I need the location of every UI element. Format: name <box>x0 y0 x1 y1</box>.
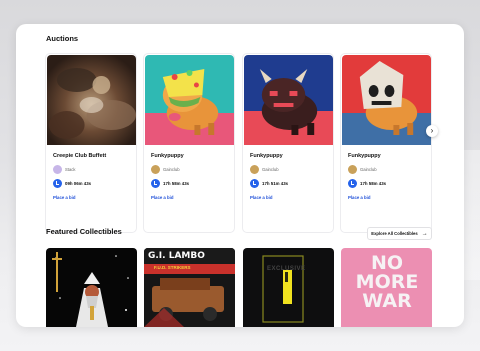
auction-title: Funkypuppy <box>250 153 283 159</box>
countdown-time: 17h 58m 43s <box>360 181 387 186</box>
clock-icon <box>250 179 259 188</box>
place-bid-link[interactable]: Place a bid <box>348 195 370 200</box>
countdown: 17h 58m 43s <box>348 179 386 188</box>
countdown: 17h 51m 43s <box>250 179 288 188</box>
creator-row[interactable]: Gainclub <box>348 165 377 174</box>
auction-title: Creepie Club Buffett <box>53 153 107 159</box>
collectible-tile[interactable]: NO MORE WAR <box>341 248 432 327</box>
countdown-time: 17h 58m 43s <box>163 181 190 186</box>
countdown-time: 17h 51m 43s <box>262 181 289 186</box>
carousel-next-button[interactable]: › <box>426 125 438 137</box>
auction-title: Funkypuppy <box>348 153 381 159</box>
chevron-right-icon: › <box>430 126 434 135</box>
collectible-tile[interactable] <box>46 248 137 327</box>
auction-card[interactable]: Funkypuppy Gainclub 17h 58m 43s Place a … <box>143 53 235 233</box>
countdown: 09h 06m 43s <box>53 179 91 188</box>
arrow-right-icon: → <box>421 230 428 237</box>
clock-icon <box>53 179 62 188</box>
countdown-time: 09h 06m 43s <box>65 181 92 186</box>
clock-icon <box>151 179 160 188</box>
collectible-tile[interactable]: G.I. LAMBO F.U.D. STRIKERS <box>144 248 235 327</box>
featured-title: Featured Collectibles <box>46 227 122 236</box>
auction-card[interactable]: Funkypuppy Gainclub 17h 58m 43s Place a … <box>340 53 432 233</box>
avatar <box>151 165 160 174</box>
main-panel: Auctions Creepie Club Buffett Stack 09h … <box>16 24 464 327</box>
creator-row[interactable]: Gainclub <box>151 165 180 174</box>
place-bid-link[interactable]: Place a bid <box>151 195 173 200</box>
collectible-artwork <box>243 248 334 327</box>
avatar <box>250 165 259 174</box>
creator-name: Gainclub <box>360 167 377 172</box>
collectible-art-title: EXCLUSIVE <box>267 266 306 272</box>
explore-all-button[interactable]: Explore All Collectibles → <box>367 227 432 240</box>
auction-artwork[interactable] <box>145 55 234 145</box>
auction-artwork[interactable] <box>244 55 333 145</box>
collectible-art-subtitle: F.U.D. STRIKERS <box>154 265 191 270</box>
avatar <box>348 165 357 174</box>
explore-all-label: Explore All Collectibles <box>371 231 418 236</box>
clock-icon <box>348 179 357 188</box>
auction-artwork[interactable] <box>342 55 431 145</box>
creator-name: Stack <box>65 167 76 172</box>
collectible-art-title: NO MORE WAR <box>355 252 419 312</box>
avatar <box>53 165 62 174</box>
auction-card[interactable]: Funkypuppy Gainclub 17h 51m 43s Place a … <box>242 53 334 233</box>
creator-name: Gainclub <box>163 167 180 172</box>
collectible-art-title: G.I. LAMBO <box>148 251 205 261</box>
collectible-tile[interactable]: EXCLUSIVE <box>243 248 334 327</box>
countdown: 17h 58m 43s <box>151 179 189 188</box>
auction-card[interactable]: Creepie Club Buffett Stack 09h 06m 43s P… <box>45 53 137 233</box>
place-bid-link[interactable]: Place a bid <box>53 195 75 200</box>
auction-artwork[interactable] <box>47 55 136 145</box>
auction-title: Funkypuppy <box>151 153 184 159</box>
place-bid-link[interactable]: Place a bid <box>250 195 272 200</box>
collectible-artwork <box>46 248 137 327</box>
auctions-title: Auctions <box>46 34 79 43</box>
creator-name: Gainclub <box>262 167 279 172</box>
creator-row[interactable]: Stack <box>53 165 75 174</box>
creator-row[interactable]: Gainclub <box>250 165 279 174</box>
